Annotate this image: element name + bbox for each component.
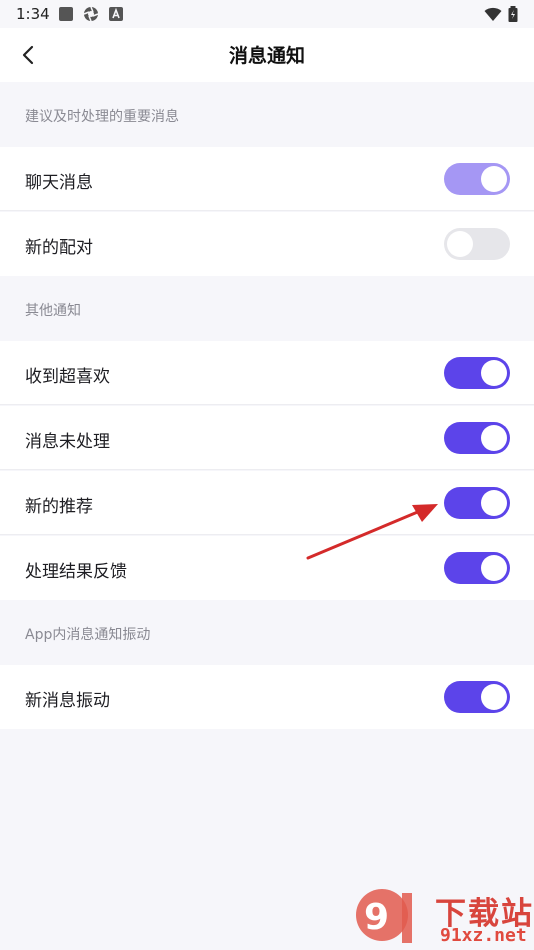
setting-row-feedback: 处理结果反馈 xyxy=(0,536,534,600)
section-header-label: 建议及时处理的重要消息 xyxy=(25,109,179,125)
row-divider xyxy=(0,210,534,211)
recommendation-toggle[interactable] xyxy=(444,487,510,519)
chat-messages-toggle[interactable] xyxy=(444,163,510,195)
setting-row-chat-messages: 聊天消息 xyxy=(0,147,534,211)
a-badge-icon xyxy=(109,7,123,21)
svg-text:9: 9 xyxy=(364,897,389,938)
watermark: 9 下载站 91xz.net xyxy=(350,885,534,950)
square-notification-icon xyxy=(59,7,73,21)
section-header-other: 其他通知 xyxy=(0,276,534,341)
setting-row-unprocessed: 消息未处理 xyxy=(0,406,534,470)
annotation-arrow-icon xyxy=(306,504,438,560)
setting-label: 新的推荐 xyxy=(25,497,93,517)
section-header-label: 其他通知 xyxy=(25,303,81,319)
setting-label: 聊天消息 xyxy=(25,173,93,193)
toggle-knob xyxy=(481,555,507,581)
setting-row-vibration: 新消息振动 xyxy=(0,665,534,729)
toggle-knob xyxy=(481,425,507,451)
status-time: 1:34 xyxy=(16,5,50,23)
toggle-knob xyxy=(481,490,507,516)
toggle-knob xyxy=(481,684,507,710)
battery-icon xyxy=(508,6,518,22)
row-divider xyxy=(0,469,534,470)
row-divider xyxy=(0,404,534,405)
watermark-domain: 91xz.net xyxy=(440,925,527,946)
super-like-toggle[interactable] xyxy=(444,357,510,389)
setting-label: 新的配对 xyxy=(25,238,93,258)
section-header-label: App内消息通知振动 xyxy=(25,627,151,643)
row-divider xyxy=(0,534,534,535)
status-bar: 1:34 xyxy=(0,0,534,28)
toggle-knob xyxy=(481,360,507,386)
toggle-knob xyxy=(481,166,507,192)
setting-row-new-match: 新的配对 xyxy=(0,212,534,276)
toggle-knob xyxy=(447,231,473,257)
section-header-important: 建议及时处理的重要消息 xyxy=(0,82,534,147)
page-title: 消息通知 xyxy=(228,45,305,67)
new-match-toggle[interactable] xyxy=(444,228,510,260)
setting-row-recommendation: 新的推荐 xyxy=(0,471,534,535)
setting-label: 消息未处理 xyxy=(25,432,110,452)
nav-bar: 消息通知 xyxy=(0,28,534,82)
setting-row-super-like: 收到超喜欢 xyxy=(0,341,534,405)
setting-label: 处理结果反馈 xyxy=(25,562,127,582)
setting-label: 收到超喜欢 xyxy=(25,367,110,387)
watermark-logo-icon: 9 xyxy=(356,889,412,943)
section-header-vibration: App内消息通知振动 xyxy=(0,600,534,665)
setting-label: 新消息振动 xyxy=(25,691,110,711)
aperture-icon xyxy=(83,6,99,22)
vibration-toggle[interactable] xyxy=(444,681,510,713)
unprocessed-toggle[interactable] xyxy=(444,422,510,454)
wifi-icon xyxy=(484,7,502,21)
feedback-toggle[interactable] xyxy=(444,552,510,584)
